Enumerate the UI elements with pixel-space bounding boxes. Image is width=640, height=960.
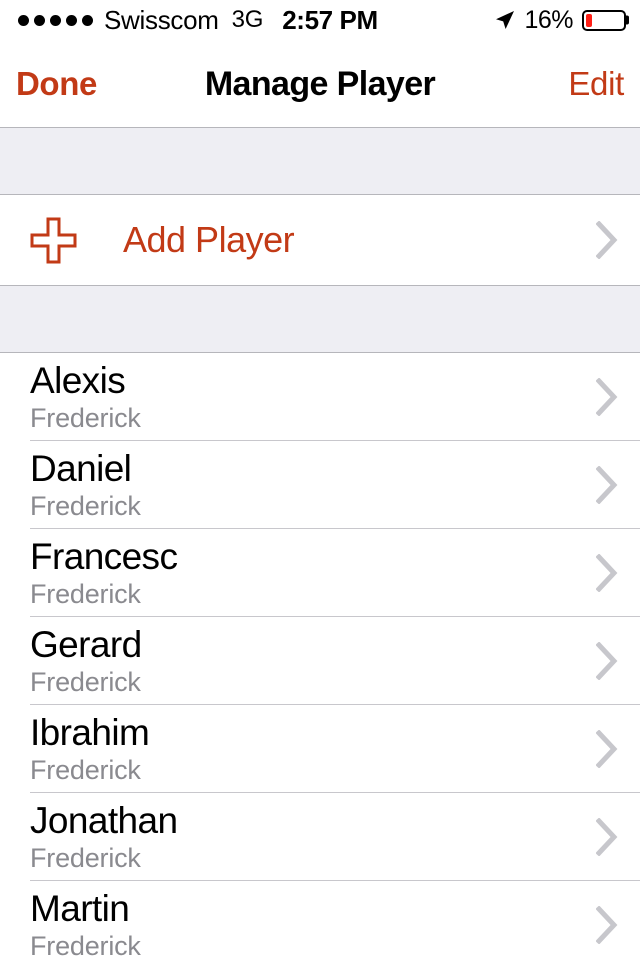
done-button[interactable]: Done bbox=[16, 67, 97, 100]
player-name-block: Francesc Frederick bbox=[30, 535, 178, 609]
player-first-name: Gerard bbox=[30, 623, 142, 665]
edit-button[interactable]: Edit bbox=[568, 67, 624, 100]
player-last-name: Frederick bbox=[30, 666, 141, 697]
table-row[interactable]: Alexis Frederick bbox=[0, 353, 640, 441]
chevron-right-icon bbox=[595, 377, 618, 417]
table-row[interactable]: Martin Frederick bbox=[0, 881, 640, 960]
add-player-label: Add Player bbox=[123, 219, 295, 260]
chevron-right-icon bbox=[595, 465, 618, 505]
player-name-block: Ibrahim Frederick bbox=[30, 711, 150, 785]
player-last-name: Frederick bbox=[30, 578, 141, 609]
player-first-name: Alexis bbox=[30, 359, 126, 401]
status-bar-left: Swisscom 3G 2:57 PM bbox=[18, 7, 378, 33]
player-list: Alexis Frederick Daniel Frederick France… bbox=[0, 353, 640, 960]
player-last-name: Frederick bbox=[30, 490, 141, 521]
table-row[interactable]: Francesc Frederick bbox=[0, 529, 640, 617]
chevron-right-icon bbox=[595, 817, 618, 857]
table-row[interactable]: Jonathan Frederick bbox=[0, 793, 640, 881]
player-first-name: Ibrahim bbox=[30, 711, 150, 753]
network-type-label: 3G bbox=[231, 6, 264, 33]
carrier-label: Swisscom bbox=[104, 5, 219, 35]
section-gap-top bbox=[0, 127, 640, 195]
signal-dots-icon bbox=[18, 14, 93, 26]
table-row[interactable]: Daniel Frederick bbox=[0, 441, 640, 529]
chevron-right-icon bbox=[595, 641, 618, 681]
player-name-block: Gerard Frederick bbox=[30, 623, 142, 697]
chevron-right-icon bbox=[595, 220, 618, 260]
player-last-name: Frederick bbox=[30, 402, 141, 433]
manage-player-screen: Swisscom 3G 2:57 PM 16% Done Manage Play… bbox=[0, 0, 640, 960]
player-name-block: Jonathan Frederick bbox=[30, 799, 178, 873]
player-last-name: Frederick bbox=[30, 930, 141, 960]
table-row[interactable]: Gerard Frederick bbox=[0, 617, 640, 705]
section-gap-middle bbox=[0, 285, 640, 353]
chevron-right-icon bbox=[595, 729, 618, 769]
player-first-name: Martin bbox=[30, 887, 130, 929]
add-player-row[interactable]: Add Player bbox=[0, 195, 640, 285]
player-first-name: Francesc bbox=[30, 535, 178, 577]
player-last-name: Frederick bbox=[30, 842, 141, 873]
table-row[interactable]: Ibrahim Frederick bbox=[0, 705, 640, 793]
chevron-right-icon bbox=[595, 905, 618, 945]
location-arrow-icon bbox=[495, 10, 515, 30]
plus-outline-icon bbox=[30, 217, 77, 264]
player-last-name: Frederick bbox=[30, 754, 141, 785]
player-name-block: Daniel Frederick bbox=[30, 447, 141, 521]
status-bar: Swisscom 3G 2:57 PM 16% bbox=[0, 0, 640, 40]
battery-percent-label: 16% bbox=[524, 5, 573, 34]
battery-icon bbox=[582, 9, 629, 31]
player-first-name: Jonathan bbox=[30, 799, 178, 841]
player-name-block: Martin Frederick bbox=[30, 887, 141, 960]
player-first-name: Daniel bbox=[30, 447, 132, 489]
status-bar-right: 16% bbox=[495, 5, 629, 34]
player-name-block: Alexis Frederick bbox=[30, 359, 141, 433]
status-bar-clock: 2:57 PM bbox=[282, 5, 378, 35]
navigation-bar: Done Manage Player Edit bbox=[0, 40, 640, 127]
chevron-right-icon bbox=[595, 553, 618, 593]
